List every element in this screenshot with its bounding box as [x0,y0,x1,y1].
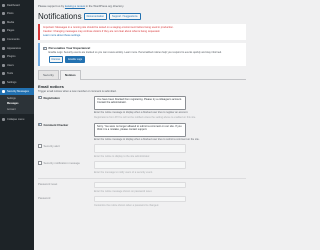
security-alert-checkbox[interactable] [38,144,42,148]
sidebar-item-tools[interactable]: Tools [0,70,34,77]
password-textarea[interactable] [94,196,186,203]
sidebar-item-security-messages[interactable]: Security Messages [0,87,34,95]
pin-icon [2,12,5,16]
brush-icon [2,46,5,50]
main-content: Please support us by leaving a review in… [36,0,248,250]
info-notice-title: Personalize Your Experience! [48,46,91,50]
sidebar-item-users[interactable]: Users [0,62,34,69]
security-alert-description: Enter the notice to display to the site … [94,154,151,158]
security-notification-label: Security notification message [43,161,80,166]
error-notice: Important: Messages in a running site sh… [38,24,246,40]
sidebar-item-label: Media [7,20,15,24]
sidebar-item-settings[interactable]: Settings [0,79,34,86]
page-header: Notifications Documentation Support / Su… [38,12,248,21]
setting-row-security-alert: Security alert Enter the notice to displ… [38,144,246,158]
password-reset-label: Password reset [38,182,58,187]
setting-row-password: Password Customize the notice shown when… [38,196,246,207]
sidebar-item-posts[interactable]: Posts [0,10,34,17]
setting-row-password-reset: Password reset Enter the notice message … [38,182,246,193]
sidebar-item-label: Comments [7,37,20,41]
review-note-text-2: in the WordPress.org directory. [85,4,125,8]
sidebar-item-collapse[interactable]: Collapse menu [0,116,34,123]
section-description: Trigger email notices when a new member … [38,89,117,93]
sidebar-item-dashboard[interactable]: Dashboard [0,2,34,9]
sidebar-item-label: Users [7,63,14,67]
sidebar-item-label: Posts [7,12,14,16]
support-button[interactable]: Support / Suggestions [109,13,141,20]
review-note-text: Please support us by [38,4,65,8]
documentation-button[interactable]: Documentation [83,13,108,20]
registration-message-textarea[interactable]: You have been blocked from registering. … [94,95,186,110]
comment-checkbox[interactable]: ✓ [38,122,42,126]
password-reset-textarea[interactable] [94,182,186,189]
tab-notices[interactable]: Notices [59,69,81,80]
sidebar-item-label: Plugins [7,55,16,59]
sidebar-item-label: Pages [7,29,15,33]
sidebar-item-label: Collapse menu [7,117,25,121]
setting-row-registration: ✓ Registration You have been blocked fro… [38,95,246,120]
registration-note: Registrations from IP/You will not be no… [94,116,196,120]
sidebar-item-media[interactable]: Media [0,19,34,26]
security-alert-textarea[interactable] [94,144,186,154]
sidebar-item-label: Settings [7,80,17,84]
sidebar-item-pages[interactable]: Pages [0,27,34,34]
sidebar-submenu: Settings Messages Account [0,94,34,115]
comment-message-textarea[interactable]: Sorry. You were no longer allowed to sub… [94,122,186,137]
sidebar-item-label: Dashboard [7,3,20,7]
sidebar-item-label: Appearance [7,46,21,50]
registration-label: Registration [43,95,60,100]
registration-description: Enter the notice message to display when… [94,111,189,115]
sidebar-item-appearance[interactable]: Appearance [0,45,34,52]
tools-icon [2,72,5,76]
review-link[interactable]: leaving a review [65,4,85,8]
security-notification-textarea[interactable] [94,161,186,170]
security-alert-label: Security alert [43,144,60,149]
security-notification-description: Enter the message to notify users of a s… [94,170,153,174]
password-description: Customize the notice shown when a passwo… [94,203,159,207]
setting-row-security-notification: Security notification message Enter the … [38,161,246,174]
checkbox[interactable]: ✓ [43,46,47,50]
comment-label: Comment Checker [43,122,69,127]
learn-more-link[interactable]: Learn more about these settings. [43,34,81,37]
dashboard-icon [2,3,5,7]
settings-icon [2,80,5,84]
submenu-item-account[interactable]: Account [0,107,34,113]
enable-logs-button[interactable]: Enable Logs [65,56,86,63]
shield-icon [2,89,5,93]
section-title: Email notices [38,83,64,89]
media-icon [2,20,5,24]
comment-icon [2,37,5,41]
review-note: Please support us by leaving a review in… [38,4,248,8]
page-icon [2,29,5,33]
sidebar-item-plugins[interactable]: Plugins [0,53,34,60]
page-title: Notifications [38,12,82,21]
setting-row-comment: ✓ Comment Checker Sorry. You were no lon… [38,122,246,142]
info-notice: ✓ Personalize Your Experience! Enable Lo… [38,43,246,66]
sidebar-item-label: Tools [7,72,14,76]
password-label: Password [38,196,51,201]
info-notice-text: Enable Logs: Security events are tracked… [48,51,222,54]
sidebar-item-label: Security Messages [7,89,29,93]
plugin-icon [2,55,5,59]
settings-tabs: Security Notices [38,69,246,80]
dismiss-button[interactable]: Dismiss [48,56,64,63]
security-notification-checkbox[interactable] [38,161,42,165]
tab-security[interactable]: Security [38,69,59,79]
registration-checkbox[interactable]: ✓ [38,95,42,99]
collapse-icon [2,117,5,121]
users-icon [2,63,5,67]
comment-description: Enter the notice message to display when… [94,138,200,141]
admin-sidebar: Dashboard Posts Media Pages Comments Appearan… [0,0,34,250]
password-reset-description: Enter the notice message shown on passwo… [94,189,153,193]
divider [38,178,246,180]
sidebar-item-comments[interactable]: Comments [0,36,34,43]
